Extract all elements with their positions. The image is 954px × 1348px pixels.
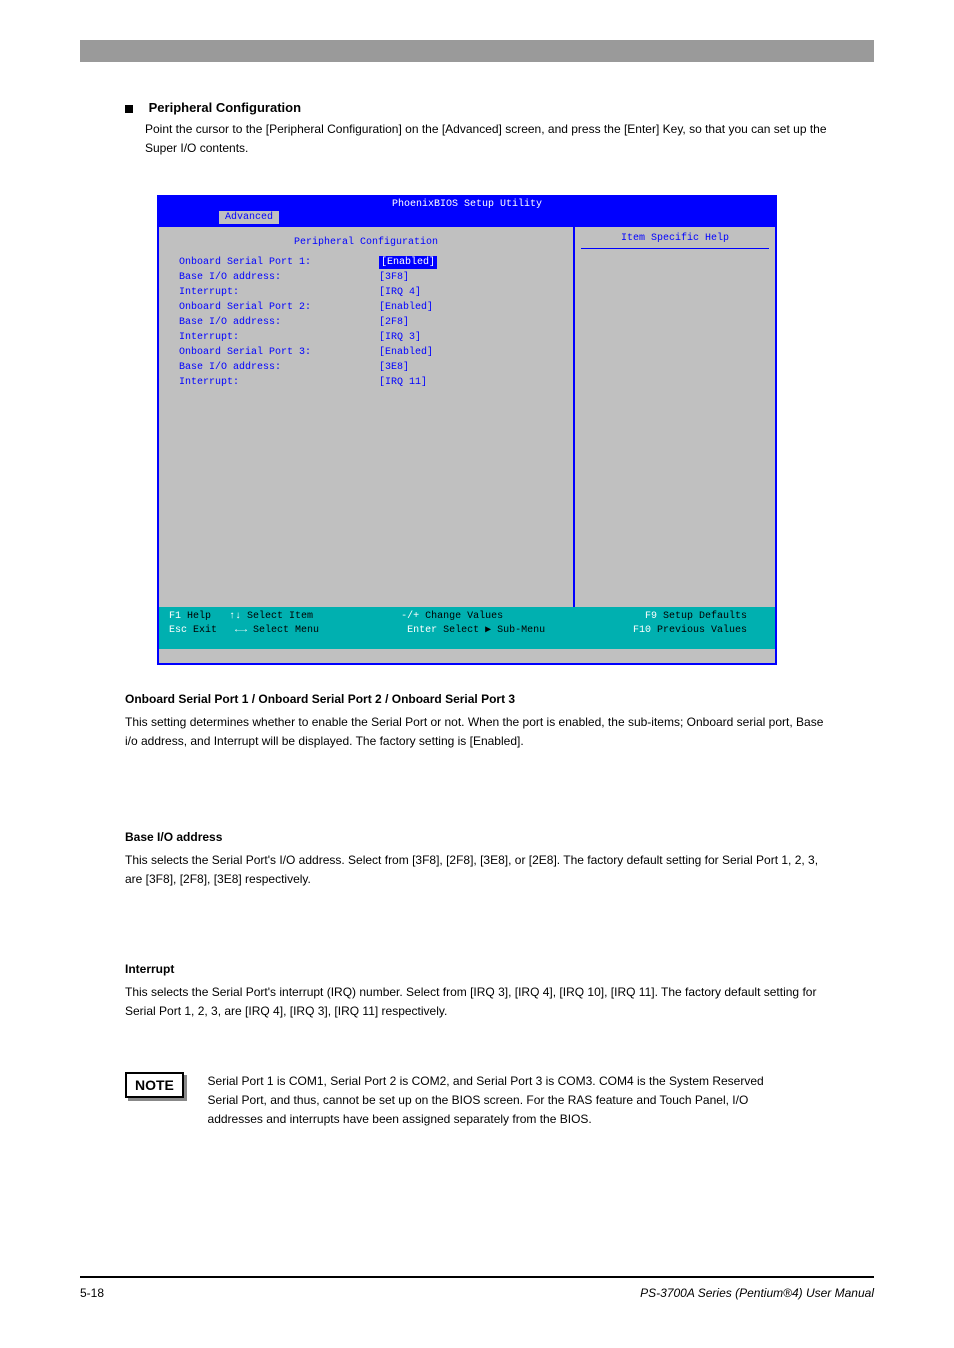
bios-label: Onboard Serial Port 1: <box>179 256 379 269</box>
bios-screenshot: PhoenixBIOS Setup Utility Advanced Perip… <box>157 195 777 665</box>
bios-row: Onboard Serial Port 2:[Enabled] <box>179 301 553 314</box>
section-body: This setting determines whether to enabl… <box>125 713 834 751</box>
section-body: This selects the Serial Port's I/O addre… <box>125 851 834 889</box>
bios-fkey: ←→ <box>235 625 247 636</box>
bios-label: Interrupt: <box>179 331 379 344</box>
bios-fkey: -/+ <box>401 611 419 622</box>
bios-faction: Select ▶ Sub-Menu <box>443 625 545 636</box>
bios-faction: Change Values <box>425 611 503 622</box>
section-onboard: Onboard Serial Port 1 / Onboard Serial P… <box>125 690 834 752</box>
bios-menu-bar: Advanced <box>159 211 775 227</box>
bios-row: Base I/O address:[3E8] <box>179 361 553 374</box>
bios-value: [3E8] <box>379 361 409 374</box>
bios-label: Interrupt: <box>179 376 379 389</box>
bios-main-panel: Peripheral Configuration Onboard Serial … <box>159 227 575 607</box>
note-text: Serial Port 1 is COM1, Serial Port 2 is … <box>208 1072 768 1130</box>
bios-footer: F1 Help ↑↓ Select Item -/+ Change Values F9… <box>159 607 775 649</box>
bios-fkey: ↑↓ <box>229 611 241 622</box>
bios-faction: Previous Values <box>657 625 747 636</box>
bios-fkey: Enter <box>407 625 437 636</box>
bios-faction: Exit <box>193 625 217 636</box>
bios-tab-advanced: Advanced <box>219 211 279 224</box>
bios-row: Interrupt:[IRQ 11] <box>179 376 553 389</box>
bios-value: [3F8] <box>379 271 409 284</box>
bios-value: [Enabled] <box>379 346 433 359</box>
bios-row: Base I/O address:[3F8] <box>179 271 553 284</box>
bios-faction: Setup Defaults <box>663 611 747 622</box>
bios-label: Onboard Serial Port 3: <box>179 346 379 359</box>
bios-subtitle: Peripheral Configuration <box>179 237 553 248</box>
bios-fkey: F10 <box>633 625 651 636</box>
section-body: This selects the Serial Port's interrupt… <box>125 983 834 1021</box>
bios-value: [Enabled] <box>379 256 437 269</box>
section-title: Interrupt <box>125 960 834 979</box>
section-title: Onboard Serial Port 1 / Onboard Serial P… <box>125 690 834 709</box>
section-title: Base I/O address <box>125 828 834 847</box>
bios-faction: Select Menu <box>253 625 319 636</box>
bios-row: Onboard Serial Port 3:[Enabled] <box>179 346 553 359</box>
bios-label: Base I/O address: <box>179 316 379 329</box>
bios-row: Interrupt:[IRQ 4] <box>179 286 553 299</box>
bios-help-panel: Item Specific Help <box>575 227 775 607</box>
bios-help-title: Item Specific Help <box>581 233 769 249</box>
bios-label: Base I/O address: <box>179 271 379 284</box>
bios-faction: Help <box>187 611 211 622</box>
bios-inner: Peripheral Configuration Onboard Serial … <box>159 227 775 607</box>
section-interrupt: Interrupt This selects the Serial Port's… <box>125 960 834 1022</box>
bios-label: Base I/O address: <box>179 361 379 374</box>
manual-title: PS-3700A Series (Pentium®4) User Manual <box>640 1286 874 1300</box>
bios-label: Interrupt: <box>179 286 379 299</box>
bios-value: [IRQ 11] <box>379 376 427 389</box>
section-bullet-row: Peripheral Configuration <box>125 100 834 115</box>
bios-title: PhoenixBIOS Setup Utility <box>159 197 775 211</box>
bios-fkey: F9 <box>645 611 657 622</box>
bios-value: [Enabled] <box>379 301 433 314</box>
header-right-text: Chapter 5 System Setup <box>670 82 790 94</box>
square-bullet-icon <box>125 105 133 113</box>
intro-paragraph: Point the cursor to the [Peripheral Conf… <box>145 120 834 158</box>
note-row: NOTE Serial Port 1 is COM1, Serial Port … <box>125 1072 834 1130</box>
bullet-title: Peripheral Configuration <box>149 100 301 115</box>
bios-row: Base I/O address:[2F8] <box>179 316 553 329</box>
footer-rule <box>80 1276 874 1278</box>
bios-fkey: F1 <box>169 611 181 622</box>
page-number: 5-18 <box>80 1286 104 1300</box>
bios-fkey: Esc <box>169 625 187 636</box>
bios-value: [2F8] <box>379 316 409 329</box>
bios-faction: Select Item <box>247 611 313 622</box>
header-bar: Chapter 5 System Setup <box>80 40 874 62</box>
note-badge: NOTE <box>125 1072 184 1098</box>
bios-row: Interrupt:[IRQ 3] <box>179 331 553 344</box>
bios-label: Onboard Serial Port 2: <box>179 301 379 314</box>
section-base: Base I/O address This selects the Serial… <box>125 828 834 890</box>
bios-row: Onboard Serial Port 1: [Enabled] <box>179 256 553 269</box>
bios-value: [IRQ 4] <box>379 286 421 299</box>
bios-value: [IRQ 3] <box>379 331 421 344</box>
